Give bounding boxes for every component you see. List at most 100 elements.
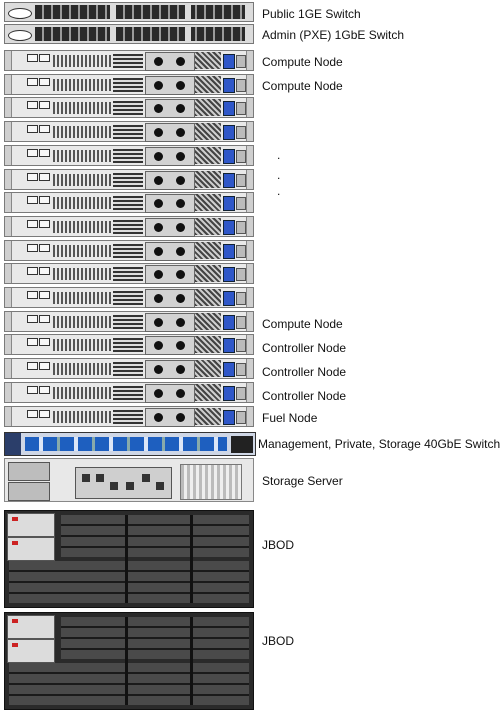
label-jbod: JBOD bbox=[262, 634, 295, 648]
power-supply bbox=[145, 241, 195, 261]
rack-ear bbox=[246, 406, 253, 426]
fan-icon bbox=[154, 412, 163, 422]
fan-icon bbox=[154, 57, 163, 66]
fan-icon bbox=[176, 80, 185, 90]
label-controller-node: Controller Node bbox=[262, 341, 347, 355]
power-supply bbox=[145, 75, 195, 95]
switch-ports bbox=[35, 5, 245, 19]
power-supply bbox=[145, 312, 195, 332]
rack-ear bbox=[246, 335, 253, 355]
vents bbox=[53, 149, 111, 162]
rack-ear bbox=[246, 288, 253, 307]
psu-handle bbox=[223, 314, 235, 330]
psu-grill bbox=[195, 217, 221, 235]
drive-bays bbox=[61, 515, 249, 557]
power-supply bbox=[145, 146, 195, 166]
jbod-enclosure-2 bbox=[4, 612, 254, 710]
rack-ear bbox=[5, 240, 12, 260]
psu-handle bbox=[223, 338, 235, 354]
psu-handle bbox=[223, 362, 235, 378]
rack-ear bbox=[246, 169, 253, 189]
io-ports bbox=[113, 362, 143, 377]
psu-handle bbox=[223, 409, 235, 425]
psu-handle bbox=[223, 172, 235, 188]
psu-grill bbox=[195, 241, 221, 259]
power-connector bbox=[236, 410, 246, 424]
server-node bbox=[4, 144, 254, 166]
jbod-enclosure-1 bbox=[4, 510, 254, 608]
rack-ear bbox=[5, 145, 12, 165]
power-connector bbox=[236, 197, 246, 211]
label-jbod: JBOD bbox=[262, 538, 295, 552]
server-node bbox=[4, 168, 254, 190]
fan-icon bbox=[154, 199, 163, 209]
ellipsis-dot: . bbox=[277, 148, 281, 162]
switch-logo-icon bbox=[8, 30, 32, 41]
psu-grill bbox=[195, 265, 221, 283]
io-panel bbox=[75, 467, 172, 499]
drive-bays bbox=[9, 561, 249, 603]
fan-icon bbox=[176, 341, 185, 351]
rack-ear bbox=[5, 74, 12, 94]
vents bbox=[53, 173, 111, 186]
io-ports bbox=[113, 101, 143, 116]
io-ports bbox=[113, 125, 143, 140]
vents bbox=[53, 197, 111, 210]
server-node bbox=[4, 381, 254, 403]
power-connector bbox=[236, 149, 246, 163]
rack-ear bbox=[246, 216, 253, 236]
io-ports bbox=[113, 409, 143, 424]
vents bbox=[53, 339, 111, 352]
ellipsis-dot: . bbox=[277, 184, 281, 198]
psu-handle bbox=[223, 148, 235, 164]
io-ports bbox=[113, 54, 143, 68]
fan-icon bbox=[176, 412, 185, 422]
power-supply bbox=[145, 99, 195, 119]
fan-icon bbox=[176, 365, 185, 375]
fan-icon bbox=[176, 270, 185, 280]
rack-ear bbox=[246, 98, 253, 118]
psu-handle bbox=[223, 196, 235, 212]
drive-bays bbox=[9, 663, 249, 705]
power-connector bbox=[236, 268, 246, 282]
fan-icon bbox=[176, 57, 185, 66]
io-ports bbox=[113, 219, 143, 234]
server-node bbox=[4, 192, 254, 214]
psu-grill bbox=[195, 123, 221, 141]
rack-ear bbox=[5, 169, 12, 189]
fan-icon bbox=[176, 246, 185, 256]
vents bbox=[53, 102, 111, 115]
psu-handle bbox=[223, 54, 235, 69]
vents bbox=[53, 55, 111, 67]
power-supply bbox=[145, 194, 195, 214]
io-ports bbox=[113, 196, 143, 211]
io-ports bbox=[113, 77, 143, 92]
label-public-switch: Public 1GE Switch bbox=[262, 7, 361, 21]
io-ports bbox=[113, 291, 143, 305]
label-compute-node: Compute Node bbox=[262, 317, 343, 331]
server-node bbox=[4, 358, 254, 380]
rack-ear bbox=[246, 311, 253, 331]
power-supply bbox=[145, 123, 195, 143]
rack-ear bbox=[5, 264, 12, 284]
power-connector bbox=[236, 102, 246, 116]
fan-icon bbox=[154, 341, 163, 351]
vents bbox=[53, 268, 111, 281]
rack-ear bbox=[246, 145, 253, 165]
admin-switch bbox=[4, 24, 254, 44]
rack-ear bbox=[5, 288, 12, 307]
fan-icon bbox=[154, 246, 163, 256]
vents bbox=[53, 315, 111, 328]
rack-ear bbox=[246, 51, 253, 70]
switch-logo-icon bbox=[8, 8, 32, 19]
psu-handle bbox=[223, 219, 235, 235]
fan-icon bbox=[154, 222, 163, 232]
fan-icon bbox=[154, 388, 163, 398]
fan-icon bbox=[154, 128, 163, 138]
rack-ear bbox=[246, 122, 253, 142]
server-node bbox=[4, 97, 254, 119]
power-supply bbox=[7, 513, 55, 537]
fan-icon bbox=[176, 104, 185, 114]
psu-grill bbox=[195, 194, 221, 212]
io-ports bbox=[113, 267, 143, 282]
